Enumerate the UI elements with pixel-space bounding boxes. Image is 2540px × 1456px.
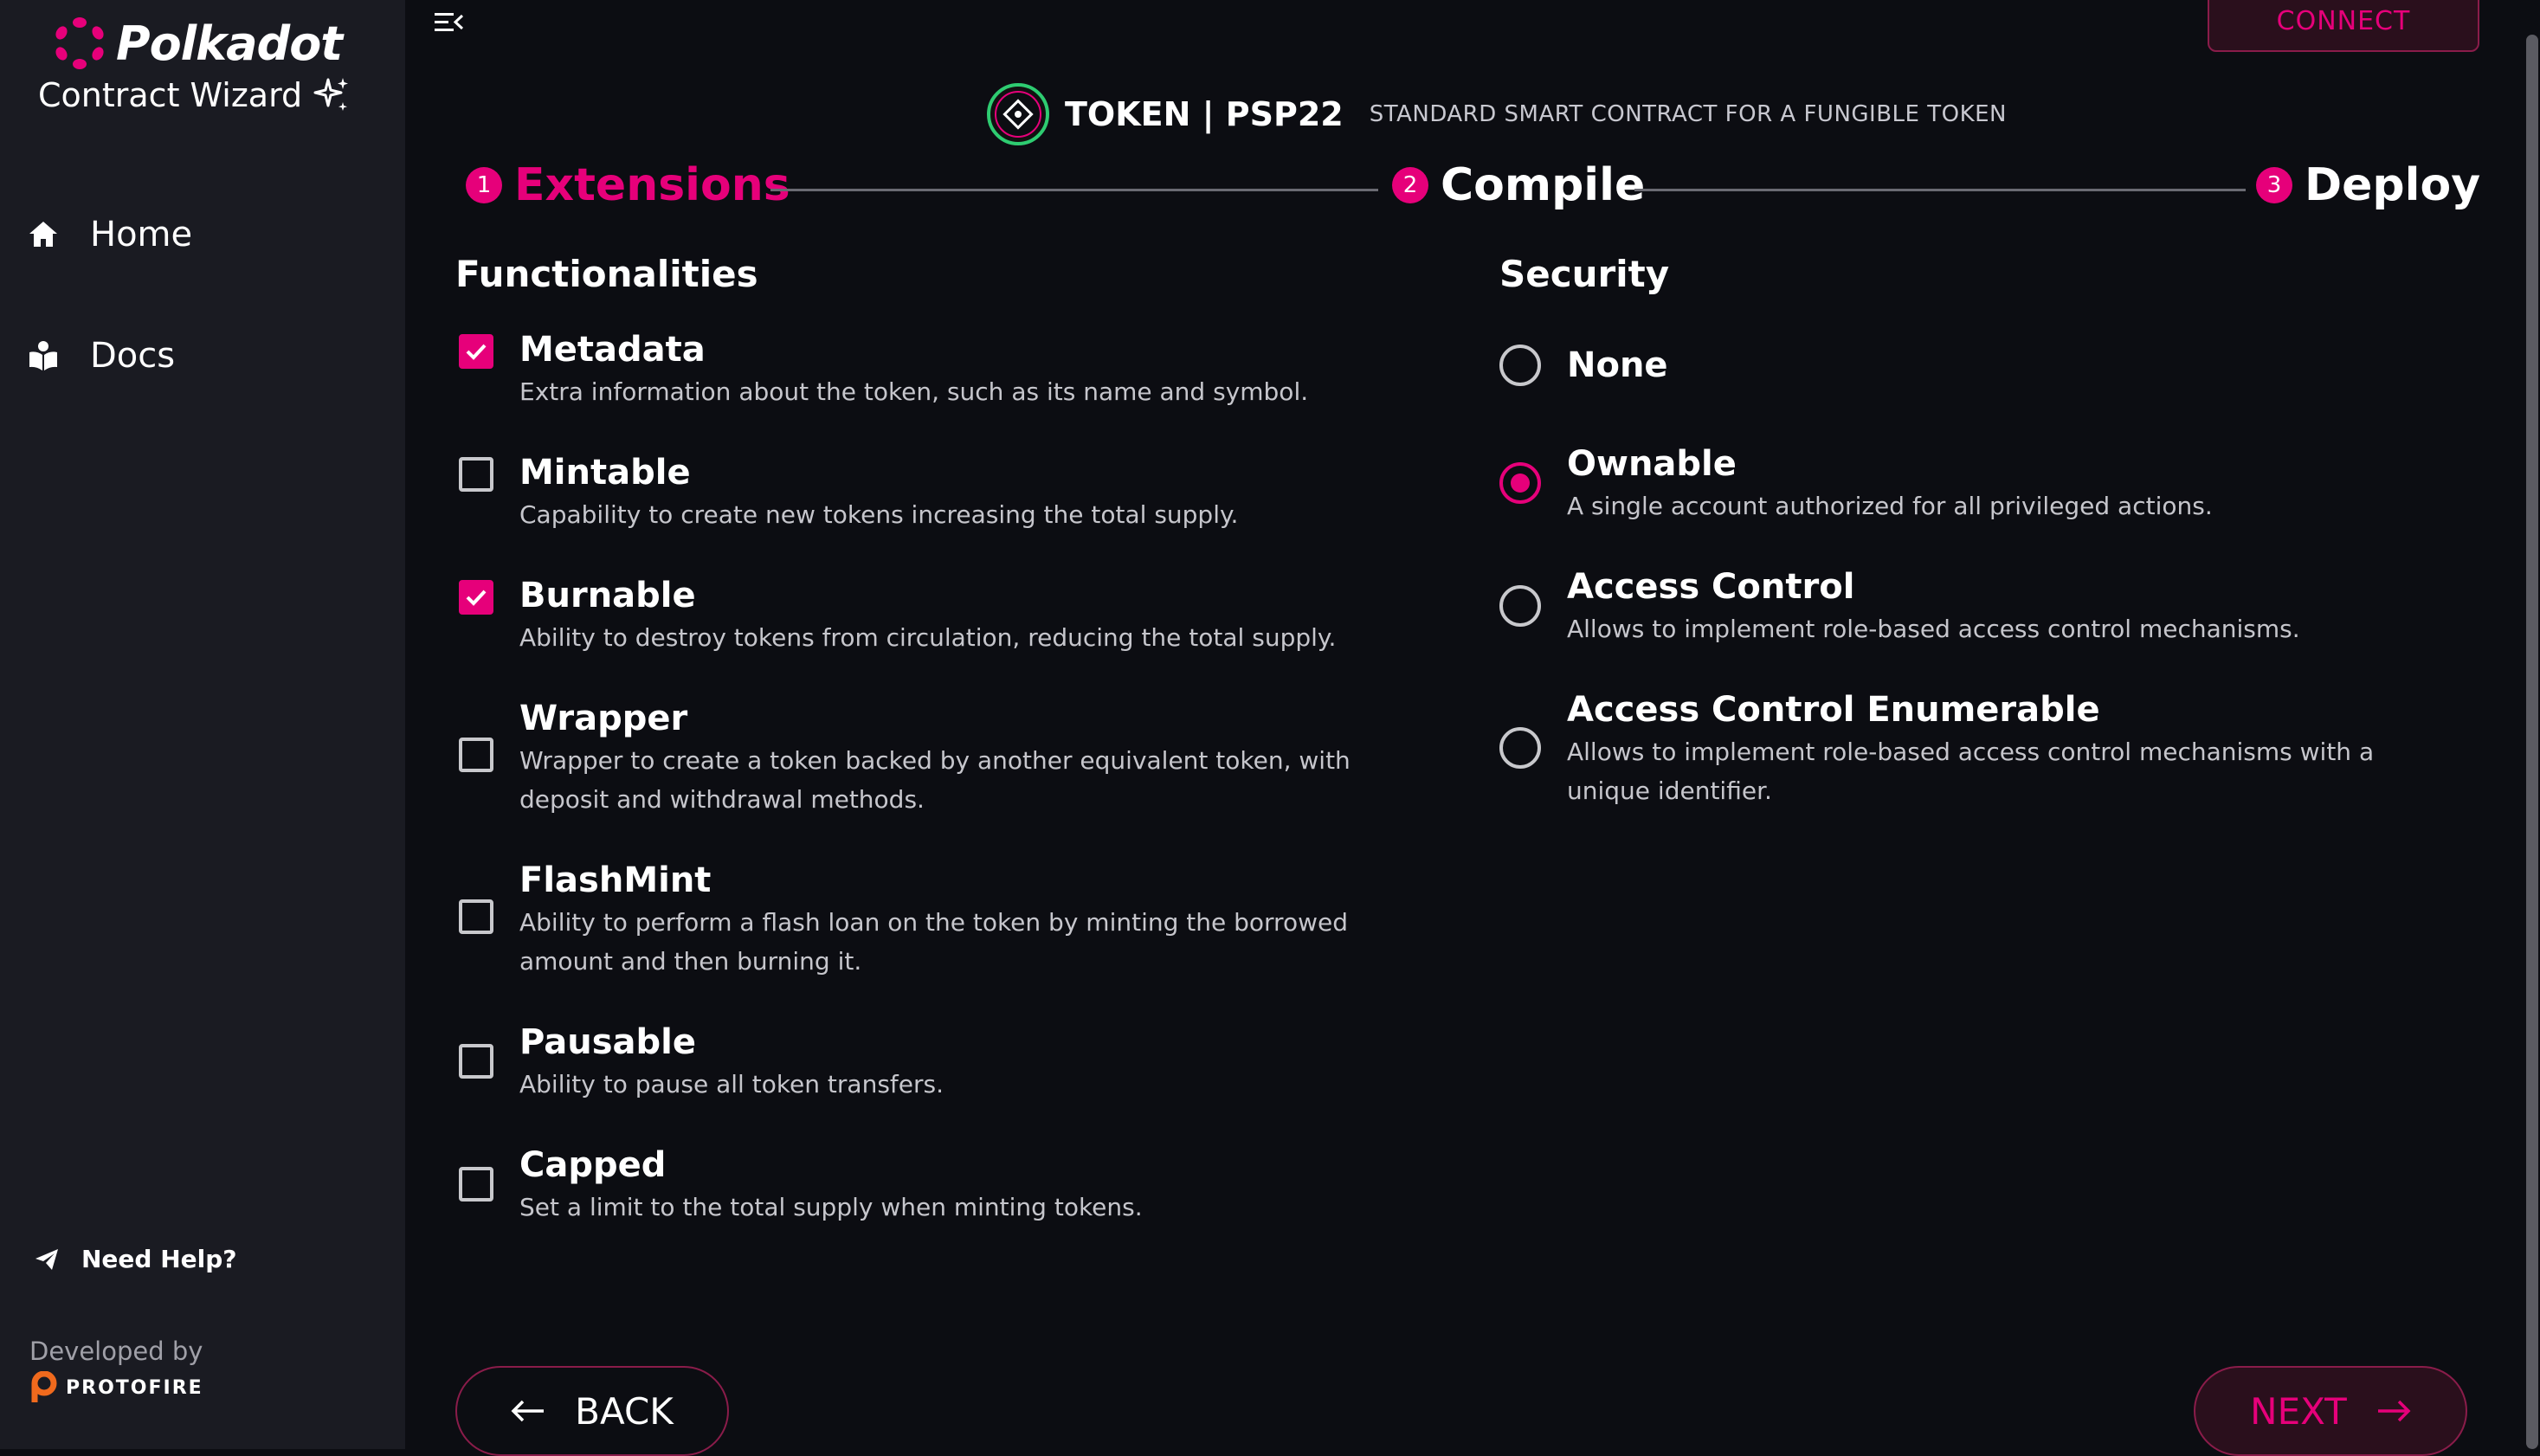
back-label: BACK (575, 1389, 674, 1433)
brand-subtitle-text: Contract Wizard (38, 76, 303, 114)
option-burnable[interactable]: Burnable Ability to destroy tokens from … (459, 575, 1368, 657)
next-button[interactable]: NEXT (2194, 1366, 2467, 1456)
option-title: Mintable (519, 453, 691, 493)
arrow-right-icon (2377, 1400, 2411, 1422)
pausable-checkbox[interactable] (459, 1044, 493, 1079)
option-description: Ability to perform a flash loan on the t… (519, 908, 1348, 976)
option-description: Allows to implement role-based access co… (1567, 615, 2300, 643)
polkadot-logo[interactable]: Polkadot (52, 16, 343, 71)
option-title: Metadata (519, 330, 706, 370)
security-title: Security (1499, 253, 1670, 295)
book-icon (29, 341, 57, 370)
page-subtitle: STANDARD SMART CONTRACT FOR A FUNGIBLE T… (1369, 101, 2008, 127)
protofire-logo[interactable]: PROTOFIRE (29, 1371, 203, 1404)
step-label: Extensions (514, 159, 790, 211)
option-title: Wrapper (519, 699, 688, 738)
option-ownable[interactable]: Ownable A single account authorized for … (1499, 443, 2452, 525)
option-title: Burnable (519, 576, 696, 615)
step-number: 3 (2256, 167, 2292, 203)
page-header: TOKEN | PSP22 STANDARD SMART CONTRACT FO… (983, 80, 2007, 149)
home-icon (29, 222, 57, 247)
step-compile[interactable]: 2 Compile (1392, 159, 1645, 211)
wrapper-checkbox[interactable] (459, 738, 493, 772)
access-control-radio[interactable] (1499, 585, 1541, 627)
option-access-control-enumerable[interactable]: Access Control Enumerable Allows to impl… (1499, 689, 2452, 810)
sidebar-item-label: Docs (90, 336, 176, 376)
option-title: Access Control (1567, 567, 1855, 607)
option-title: FlashMint (519, 860, 712, 900)
polkadot-logo-icon (55, 17, 104, 69)
flashmint-checkbox[interactable] (459, 899, 493, 934)
step-label: Deploy (2305, 159, 2481, 211)
option-none[interactable]: None (1499, 345, 2452, 386)
access-control-enumerable-radio[interactable] (1499, 727, 1541, 769)
developed-by-label: Developed by (29, 1337, 203, 1366)
option-description: A single account authorized for all priv… (1567, 492, 2213, 520)
back-button[interactable]: BACK (455, 1366, 729, 1456)
option-description: Set a limit to the total supply when min… (519, 1193, 1143, 1221)
brand-subtitle: Contract Wizard (38, 76, 351, 114)
metadata-checkbox[interactable] (459, 334, 493, 369)
option-description: Capability to create new tokens increasi… (519, 500, 1239, 529)
step-extensions[interactable]: 1 Extensions (466, 159, 790, 211)
step-label: Compile (1441, 159, 1646, 211)
page-title: TOKEN | PSP22 (1065, 95, 1344, 133)
option-description: Wrapper to create a token backed by anot… (519, 746, 1351, 814)
scrollbar-thumb[interactable] (2526, 35, 2538, 1449)
sidebar-item-home[interactable]: Home (26, 215, 192, 254)
burnable-checkbox[interactable] (459, 580, 493, 615)
step-connector (770, 189, 1378, 191)
need-help-link[interactable]: Need Help? (33, 1245, 237, 1273)
option-metadata[interactable]: Metadata Extra information about the tok… (459, 329, 1368, 411)
option-flashmint[interactable]: FlashMint Ability to perform a flash loa… (459, 860, 1359, 981)
step-number: 1 (466, 167, 502, 203)
connect-label: CONNECT (2276, 6, 2411, 36)
option-wrapper[interactable]: Wrapper Wrapper to create a token backed… (459, 698, 1359, 819)
sidebar-item-label: Home (90, 215, 193, 254)
option-capped[interactable]: Capped Set a limit to the total supply w… (459, 1144, 1368, 1227)
need-help-label: Need Help? (81, 1245, 237, 1273)
option-title: Capped (519, 1145, 667, 1185)
mintable-checkbox[interactable] (459, 457, 493, 492)
connect-button[interactable]: CONNECT (2208, 0, 2479, 52)
protofire-logo-icon (31, 1371, 57, 1402)
option-title: Ownable (1567, 444, 1737, 484)
option-description: Allows to implement role-based access co… (1567, 738, 2375, 805)
option-mintable[interactable]: Mintable Capability to create new tokens… (459, 452, 1368, 534)
step-deploy[interactable]: 3 Deploy (2256, 159, 2480, 211)
brand-name: Polkadot (116, 16, 343, 71)
checkmark-icon (466, 589, 487, 606)
developer-name: PROTOFIRE (66, 1376, 203, 1399)
capped-checkbox[interactable] (459, 1167, 493, 1202)
option-title: Pausable (519, 1022, 696, 1062)
ownable-radio[interactable] (1499, 462, 1541, 504)
next-label: NEXT (2250, 1389, 2347, 1433)
stepper: 1 Extensions 2 Compile 3 Deploy (466, 159, 2480, 222)
option-title: Access Control Enumerable (1567, 690, 2100, 730)
checkmark-icon (466, 344, 487, 360)
option-pausable[interactable]: Pausable Ability to pause all token tran… (459, 1021, 1368, 1104)
menu-toggle-button[interactable] (433, 9, 464, 40)
option-description: Ability to pause all token transfers. (519, 1070, 944, 1098)
sidebar-item-docs[interactable]: Docs (26, 336, 175, 376)
sparkles-icon (313, 78, 349, 111)
step-connector (1634, 189, 2246, 191)
menu-collapse-icon (435, 13, 464, 31)
sidebar: Polkadot Contract Wizard Home Docs Need … (0, 0, 405, 1449)
step-number: 2 (1392, 167, 1428, 203)
option-description: Ability to destroy tokens from circulati… (519, 623, 1337, 652)
none-radio[interactable] (1499, 345, 1541, 386)
send-icon (35, 1248, 58, 1270)
arrow-left-icon (511, 1400, 545, 1422)
option-description: Extra information about the token, such … (519, 377, 1309, 406)
functionalities-title: Functionalities (455, 253, 758, 295)
option-access-control[interactable]: Access Control Allows to implement role-… (1499, 566, 2452, 648)
token-icon (987, 83, 1049, 145)
option-title: None (1567, 345, 1668, 385)
